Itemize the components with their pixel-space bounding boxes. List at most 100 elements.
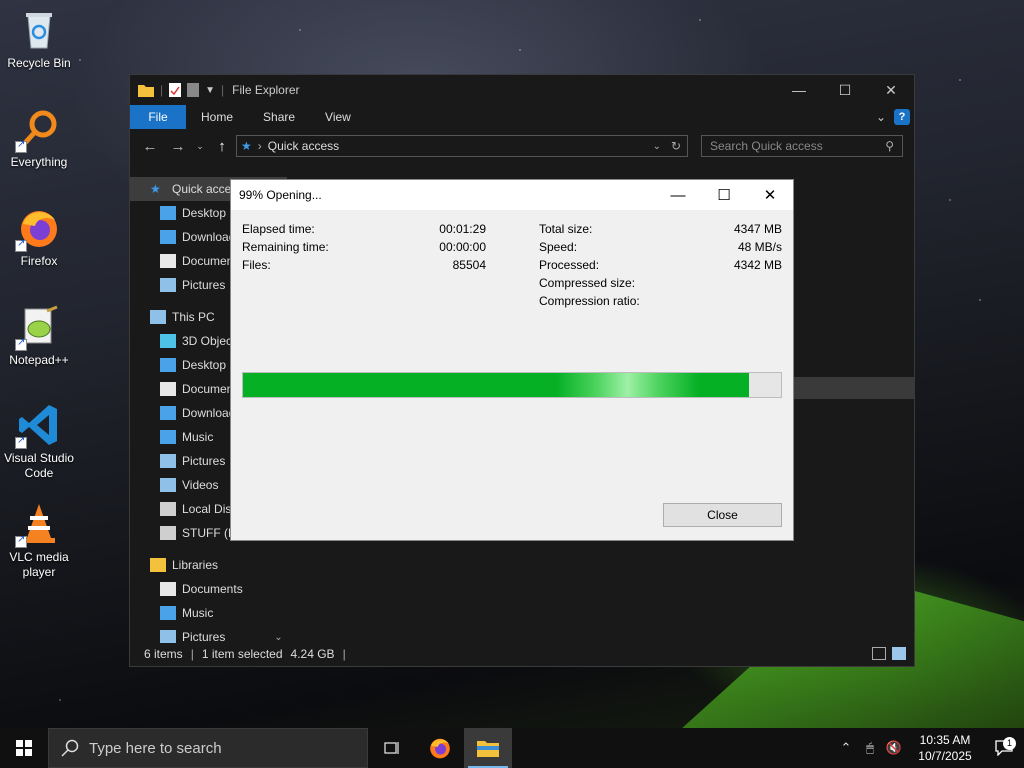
windows-logo-icon [16, 740, 32, 756]
nav-item[interactable]: Music [130, 601, 287, 625]
search-input[interactable]: Search Quick access ⚲ [701, 135, 903, 157]
close-button[interactable]: ✕ [868, 75, 914, 105]
nav-item-label: Pictures [182, 278, 226, 292]
processed-label: Processed: [539, 258, 600, 272]
desktop-icon-vlc[interactable]: VLC media player [2, 502, 76, 580]
drive-icon [160, 526, 176, 540]
document-icon [160, 582, 176, 596]
vlc-icon [15, 502, 61, 548]
back-arrow-icon[interactable]: ← [138, 138, 162, 155]
refresh-icon[interactable]: ↻ [671, 139, 681, 153]
help-icon[interactable]: ? [894, 109, 910, 125]
task-view-button[interactable] [368, 728, 416, 768]
remaining-time-label: Remaining time: [242, 240, 329, 254]
explorer-titlebar[interactable]: | ▼ | File Explorer — ☐ ✕ [130, 75, 914, 105]
breadcrumb[interactable]: Quick access [268, 139, 339, 153]
nav-item-label: Libraries [172, 558, 219, 572]
status-separator: | [342, 647, 346, 661]
desktop-icon-label: Recycle Bin [7, 56, 71, 70]
nav-item-label: Videos [182, 478, 219, 492]
customize-toolbar-icon[interactable]: ▼ [205, 85, 215, 96]
up-arrow-icon[interactable]: ↑ [210, 138, 234, 155]
nav-item-label: This PC [172, 310, 215, 324]
tab-home[interactable]: Home [186, 105, 248, 129]
tab-share[interactable]: Share [248, 105, 310, 129]
clock-time: 10:35 AM [919, 733, 971, 747]
details-view-icon[interactable] [872, 647, 886, 660]
desktop-icon-notepadpp[interactable]: Notepad++ [2, 305, 76, 368]
network-icon[interactable]: 🖱 [858, 740, 882, 756]
music-icon [160, 606, 176, 620]
shortcut-arrow-icon [15, 139, 27, 153]
address-bar[interactable]: ★ › Quick access ⌄ ↻ [236, 135, 688, 157]
nav-item-label: Documents [182, 582, 243, 596]
start-button[interactable] [0, 728, 48, 768]
taskbar-search-box[interactable]: Type here to search [48, 728, 368, 768]
taskbar-firefox-button[interactable] [416, 728, 464, 768]
nav-item[interactable]: Libraries [130, 553, 287, 577]
tab-file[interactable]: File [130, 105, 186, 129]
nav-item[interactable]: Pictures [130, 625, 287, 643]
dialog-maximize-button[interactable]: ☐ [701, 180, 747, 210]
video-icon [160, 478, 176, 492]
action-center-button[interactable]: 1 [984, 737, 1024, 756]
processed-value: 4342 MB [733, 258, 782, 272]
recent-locations-icon[interactable]: ⌄ [194, 141, 206, 152]
clock-date: 10/7/2025 [918, 749, 972, 763]
window-title: File Explorer [232, 83, 300, 97]
desktop-icon-recycle-bin[interactable]: Recycle Bin [2, 8, 76, 71]
desktop-folder-icon [160, 358, 176, 372]
desktop-folder-icon [160, 206, 176, 220]
address-dropdown-icon[interactable]: ⌄ [653, 141, 661, 152]
large-icons-view-icon[interactable] [892, 647, 906, 660]
show-hidden-icons-icon[interactable]: ⌃ [834, 740, 858, 756]
remaining-time-value: 00:00:00 [439, 240, 486, 254]
properties-icon[interactable] [169, 83, 182, 97]
search-icon [61, 739, 79, 757]
ribbon-tabs: File Home Share View ⌄ ? [130, 105, 914, 129]
volume-muted-icon[interactable]: 🔇 [882, 740, 906, 756]
library-icon [150, 558, 166, 572]
selection-size: 4.24 GB [290, 647, 335, 661]
dialog-close-button[interactable]: ✕ [747, 180, 793, 210]
taskbar-file-explorer-button[interactable] [464, 728, 512, 768]
forward-arrow-icon[interactable]: → [166, 138, 190, 155]
task-view-icon [384, 742, 399, 754]
desktop-icon-vscode[interactable]: Visual Studio Code [2, 403, 76, 481]
new-folder-icon[interactable] [187, 83, 200, 97]
elapsed-time-value: 00:01:29 [439, 222, 486, 236]
elapsed-time-label: Elapsed time: [242, 222, 315, 236]
clock[interactable]: 10:35 AM 10/7/2025 [906, 732, 984, 764]
progress-bar [242, 372, 782, 398]
maximize-button[interactable]: ☐ [822, 75, 868, 105]
status-separator: | [190, 647, 194, 661]
toolbar-separator: | [160, 83, 164, 97]
files-label: Files: [242, 258, 271, 272]
document-icon [160, 382, 176, 396]
minimize-button[interactable]: — [776, 75, 822, 105]
folder-icon [138, 85, 154, 97]
speed-label: Speed: [539, 240, 578, 254]
everything-icon [15, 107, 61, 153]
expand-ribbon-icon[interactable]: ⌄ [876, 110, 886, 124]
download-icon [160, 230, 176, 244]
extraction-progress-dialog[interactable]: 99% Opening... — ☐ ✕ Elapsed time: 00:01… [230, 179, 794, 541]
desktop-icon-everything[interactable]: Everything [2, 107, 76, 170]
files-value: 85504 [452, 258, 486, 272]
search-placeholder: Search Quick access [710, 139, 823, 153]
status-bar: 6 items | 1 item selected 4.24 GB | [130, 642, 914, 666]
desktop-icon-firefox[interactable]: Firefox [2, 206, 76, 269]
dialog-minimize-button[interactable]: — [655, 180, 701, 210]
nav-item[interactable]: Documents [130, 577, 287, 601]
firefox-icon [15, 206, 61, 252]
firefox-icon [430, 738, 450, 759]
dialog-titlebar[interactable]: 99% Opening... — ☐ ✕ [231, 180, 793, 210]
tab-view[interactable]: View [310, 105, 366, 129]
file-explorer-icon [477, 741, 499, 757]
taskbar-search-placeholder: Type here to search [89, 739, 222, 757]
music-icon [160, 430, 176, 444]
taskbar: Type here to search ⌃ 🖱 🔇 10:35 AM 10/7/… [0, 728, 1024, 768]
dialog-close-action-button[interactable]: Close [663, 503, 782, 527]
shortcut-arrow-icon [15, 534, 27, 548]
quick-access-toolbar: | ▼ | [138, 83, 224, 97]
